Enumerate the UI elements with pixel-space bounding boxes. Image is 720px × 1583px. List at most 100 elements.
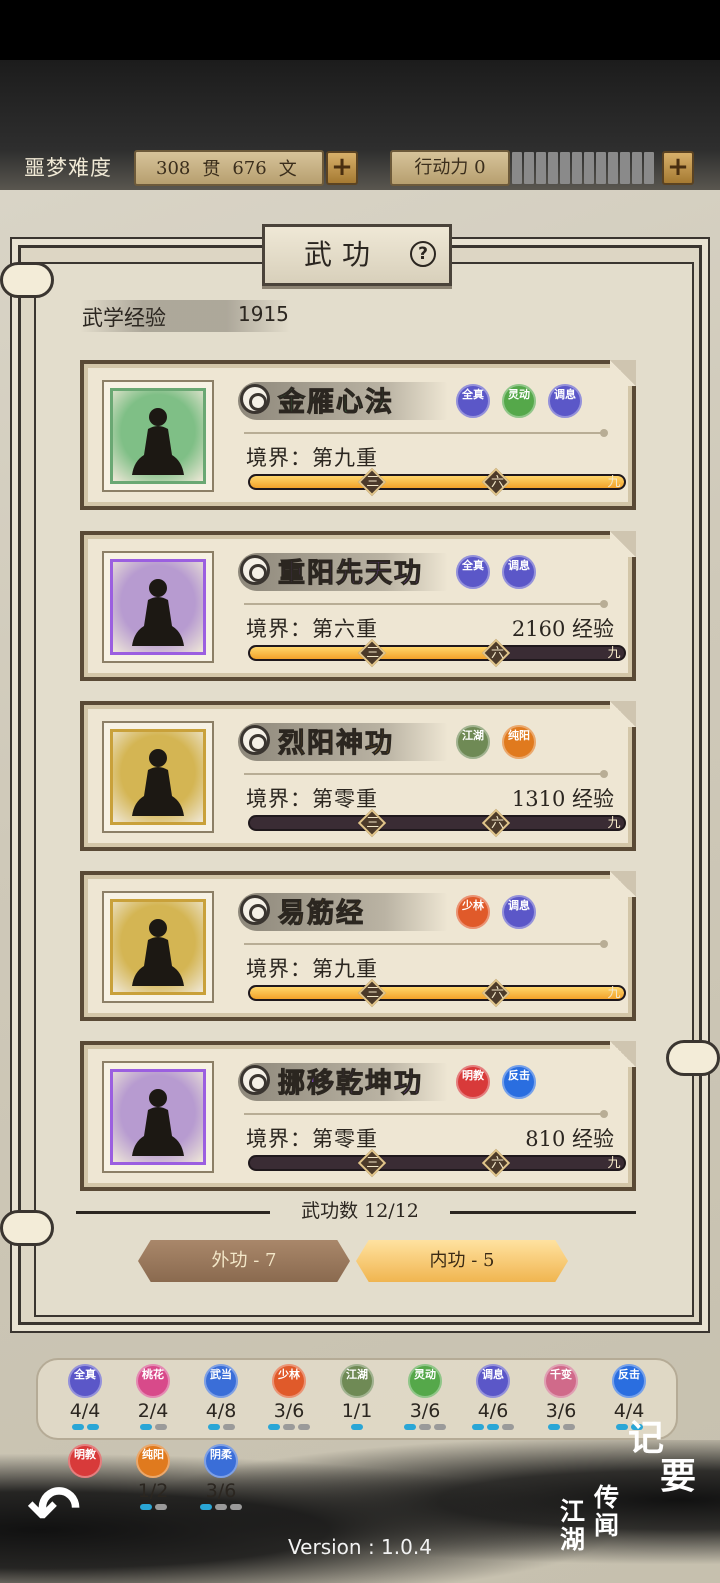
skill-card[interactable]: 易筋经 少林 调息 境界：第九重三 六 九 — [80, 871, 636, 1021]
skill-card[interactable]: 挪移乾坤功 明教 反击 境界：第零重 810 经验三 六 九 — [80, 1041, 636, 1191]
school-pip — [298, 1424, 310, 1430]
top-ink-band — [0, 60, 720, 210]
school-counter[interactable]: 调息 4/6 — [468, 1364, 518, 1430]
realm-marker-label: 三 — [366, 1156, 380, 1171]
realm-marker-label: 六 — [490, 1156, 504, 1171]
realm-marker-label: 九 — [607, 646, 621, 661]
school-tag[interactable]: 灵动 — [502, 384, 536, 418]
school-tag[interactable]: 调息 — [502, 555, 536, 589]
school-tag[interactable]: 明教 — [456, 1065, 490, 1099]
realm-marker-label: 三 — [366, 816, 380, 831]
school-pip — [351, 1424, 363, 1430]
skill-type-icon — [240, 384, 270, 414]
school-pips — [60, 1424, 110, 1430]
skill-portrait — [102, 380, 214, 492]
page-fold — [610, 701, 636, 727]
card-divider — [244, 600, 608, 608]
version-text: Version : 1.0.4 — [288, 1535, 432, 1559]
cloud-ornament-left — [0, 262, 54, 298]
school-tag[interactable]: 调息 — [548, 384, 582, 418]
help-icon[interactable]: ? — [410, 241, 436, 267]
school-tag[interactable]: 少林 — [456, 895, 490, 929]
status-bar — [0, 0, 720, 60]
school-pips — [400, 1424, 450, 1430]
school-badge: 少林 — [272, 1364, 306, 1398]
school-tag[interactable]: 反击 — [502, 1065, 536, 1099]
skill-count: 武功数 12/12 — [270, 1196, 450, 1226]
school-counter[interactable]: 武当 4/8 — [196, 1364, 246, 1430]
school-badge: 江湖 — [340, 1364, 374, 1398]
realm-marker-label: 九 — [607, 986, 621, 1001]
skill-card[interactable]: 烈阳神功 江湖 纯阳 境界：第零重 1310 经验三 六 九 — [80, 701, 636, 851]
skill-name: 易筋经 — [278, 898, 365, 930]
school-counter[interactable]: 千变 3/6 — [536, 1364, 586, 1430]
school-count: 3/6 — [273, 1400, 305, 1422]
school-badge: 阴柔 — [204, 1444, 238, 1478]
school-count: 2/4 — [137, 1400, 169, 1422]
school-pips — [128, 1504, 178, 1510]
skill-type-icon — [240, 555, 270, 585]
school-counter[interactable]: 江湖 1/1 — [332, 1364, 382, 1430]
school-counter[interactable]: 全真 4/4 — [60, 1364, 110, 1430]
school-count: 3/6 — [545, 1400, 577, 1422]
school-badge: 全真 — [68, 1364, 102, 1398]
school-pips — [264, 1424, 314, 1430]
skill-card[interactable]: 重阳先天功 全真 调息 境界：第六重 2160 经验三 六 九 — [80, 531, 636, 681]
school-counter[interactable]: 灵动 3/6 — [400, 1364, 450, 1430]
skill-name: 重阳先天功 — [278, 558, 423, 590]
school-count: 1/2 — [137, 1480, 169, 1502]
realm-progress-bar — [248, 985, 626, 1001]
school-badge: 灵动 — [408, 1364, 442, 1398]
school-pip — [230, 1504, 242, 1510]
skill-portrait — [102, 1061, 214, 1173]
realm-progress-bar — [248, 1155, 626, 1171]
school-pip — [154, 1424, 167, 1430]
martial-exp-value: 1915 — [238, 302, 289, 326]
skill-realm: 境界：第九重 — [246, 957, 378, 981]
school-tag[interactable]: 江湖 — [456, 725, 490, 759]
realm-marker-label: 九 — [607, 816, 621, 831]
realm-marker-label: 六 — [490, 816, 504, 831]
skill-exp-needed: 810 经验 — [525, 1127, 614, 1151]
card-divider — [244, 940, 608, 948]
school-counter[interactable]: 纯阳 1/2 — [128, 1444, 178, 1510]
school-count: 4/8 — [205, 1400, 237, 1422]
school-tag[interactable]: 全真 — [456, 384, 490, 418]
school-pip — [404, 1424, 416, 1430]
action-points-label: 行动力 0 — [390, 150, 510, 186]
realm-marker-label: 六 — [490, 475, 504, 490]
school-pip — [434, 1424, 446, 1430]
notes-label-2: 要 — [660, 1455, 697, 1497]
tab-outer-skills[interactable]: 外功 - 7 — [138, 1240, 350, 1282]
school-pips — [196, 1424, 246, 1430]
meditating-figure-icon — [132, 919, 184, 986]
school-tag[interactable]: 全真 — [456, 555, 490, 589]
money-display: 308 贯 676 文 — [134, 150, 324, 186]
add-money-button[interactable]: + — [326, 151, 358, 185]
money-wen: 676 — [232, 157, 267, 179]
notes-label-1: 记 — [628, 1417, 665, 1459]
realm-progress-fill — [250, 987, 624, 999]
school-badge: 桃花 — [136, 1364, 170, 1398]
page-fold — [610, 531, 636, 557]
meditating-figure-icon — [132, 408, 184, 475]
skill-name: 挪移乾坤功 — [278, 1068, 423, 1100]
school-pip — [139, 1424, 152, 1430]
skill-card[interactable]: 金雁心法 全真 灵动 调息 境界：第九重三 六 九 — [80, 360, 636, 510]
school-tag[interactable]: 纯阳 — [502, 725, 536, 759]
school-pip — [487, 1424, 499, 1430]
school-counter[interactable]: 桃花 2/4 — [128, 1364, 178, 1430]
school-pips — [196, 1504, 246, 1510]
realm-progress-bar — [248, 645, 626, 661]
notes-button[interactable]: 记 要 — [620, 1410, 720, 1510]
school-badge: 武当 — [204, 1364, 238, 1398]
tab-inner-skills[interactable]: 内功 - 5 — [356, 1240, 568, 1282]
skill-realm: 境界：第九重 — [246, 446, 378, 470]
meditating-figure-icon — [132, 749, 184, 816]
school-badge: 调息 — [476, 1364, 510, 1398]
school-counter[interactable]: 阴柔 3/6 — [196, 1444, 246, 1510]
add-action-button[interactable]: + — [662, 151, 694, 185]
card-divider — [244, 770, 608, 778]
school-tag[interactable]: 调息 — [502, 895, 536, 929]
school-counter[interactable]: 少林 3/6 — [264, 1364, 314, 1430]
